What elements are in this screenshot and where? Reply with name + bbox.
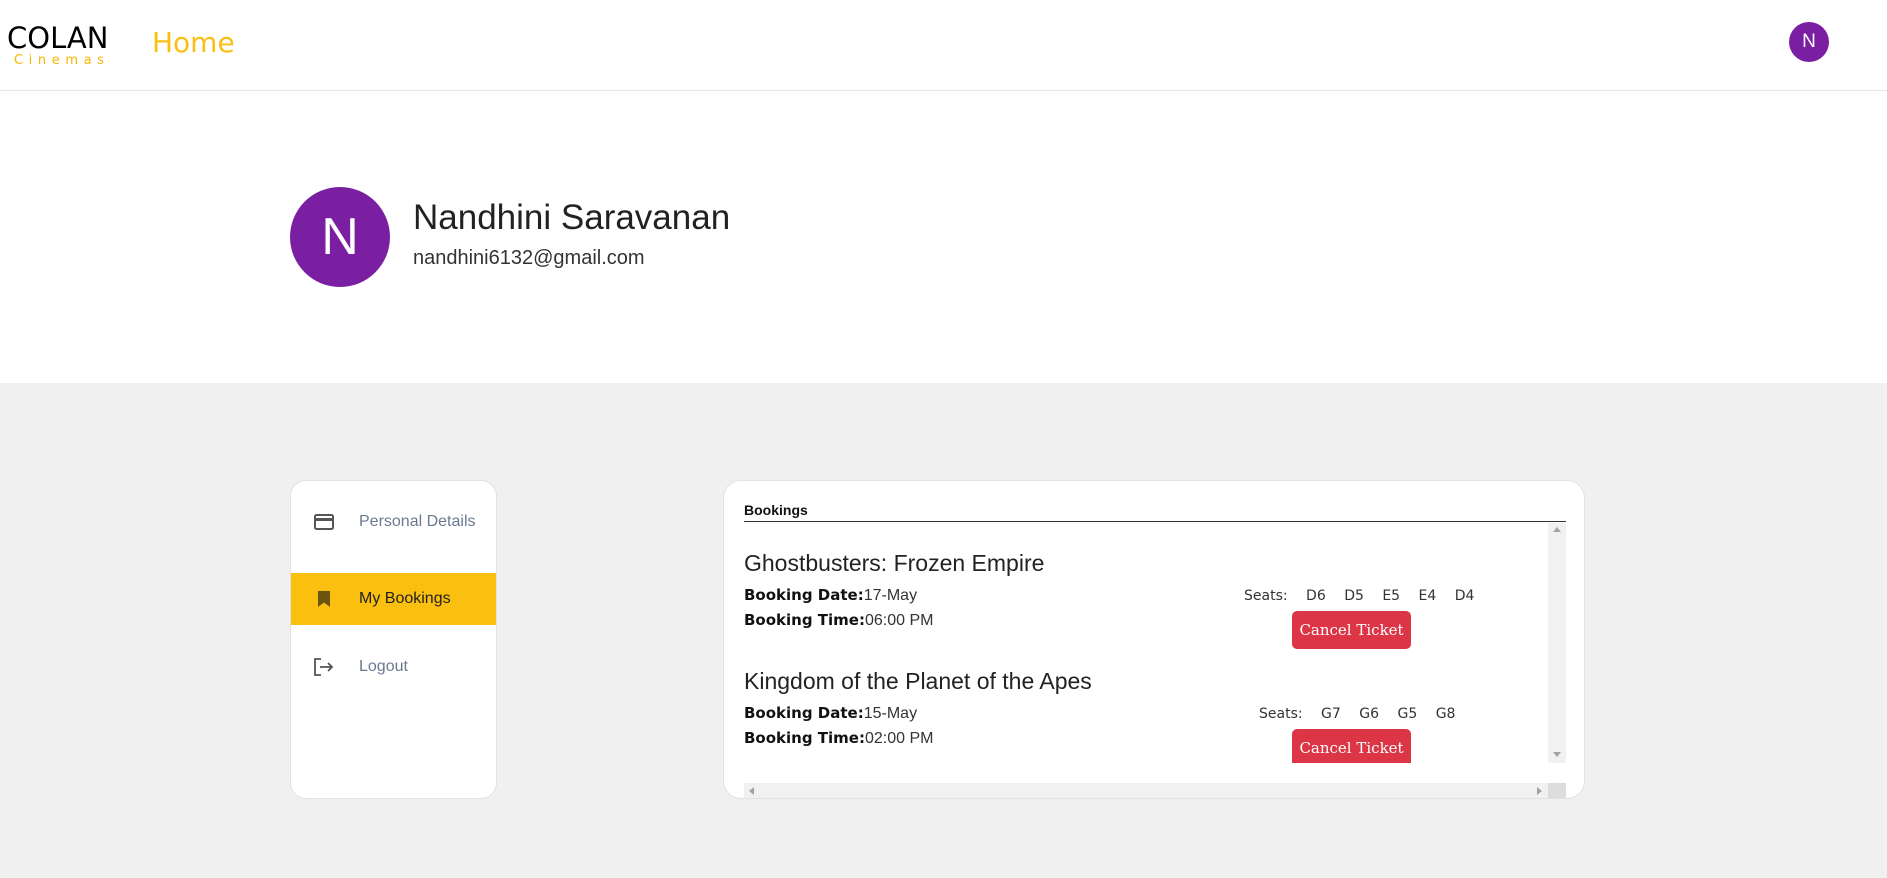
booking-time-value: 02:00 PM: [864, 730, 934, 747]
seats-label: Seats:: [1244, 588, 1288, 604]
scroll-left-arrow-icon[interactable]: [749, 787, 754, 795]
brand-name: COLAN: [7, 21, 109, 55]
booking-time-value: 06:00 PM: [864, 612, 934, 629]
seat-badge: D6: [1306, 588, 1326, 604]
booking-date-label: Booking Date:: [744, 586, 864, 604]
sidebar-item-label: My Bookings: [359, 590, 451, 607]
nav-user-avatar[interactable]: N: [1789, 22, 1829, 62]
bookmark-icon: [312, 587, 336, 611]
account-sidebar: Personal Details My Bookings Logout: [290, 480, 497, 799]
seat-badge: G7: [1321, 706, 1341, 722]
booking-date-label: Booking Date:: [744, 704, 864, 722]
bookings-list[interactable]: Ghostbusters: Frozen Empire Booking Date…: [744, 523, 1548, 763]
booking-date-row: Booking Date:17-May: [744, 585, 917, 606]
booking-movie-title: Ghostbusters: Frozen Empire: [744, 550, 1045, 576]
scroll-down-arrow-icon[interactable]: [1553, 752, 1561, 757]
seats-label: Seats:: [1259, 706, 1303, 722]
scroll-right-arrow-icon[interactable]: [1537, 787, 1542, 795]
profile-header: N Nandhini Saravanan nandhini6132@gmail.…: [0, 91, 1887, 383]
scrollbar-corner: [1548, 783, 1566, 798]
logout-icon: [312, 655, 336, 679]
seat-badge: E4: [1418, 588, 1437, 604]
sidebar-item-logout[interactable]: Logout: [291, 641, 496, 693]
seat-badge: G8: [1435, 706, 1456, 722]
sidebar-item-label: Logout: [359, 658, 408, 675]
horizontal-scrollbar[interactable]: [744, 783, 1548, 798]
profile-name: Nandhini Saravanan: [413, 198, 731, 237]
seat-badge: G6: [1359, 706, 1380, 722]
booking-time-row: Booking Time:02:00 PM: [744, 728, 933, 749]
profile-email: nandhini6132@gmail.com: [413, 247, 645, 269]
seat-badge: D5: [1344, 588, 1364, 604]
booking-time-label: Booking Time:: [744, 611, 865, 629]
scroll-up-arrow-icon[interactable]: [1553, 527, 1561, 532]
credit-card-icon: [312, 510, 336, 534]
bookings-divider: [744, 521, 1566, 522]
sidebar-item-my-bookings[interactable]: My Bookings: [291, 573, 496, 625]
seat-badge: E5: [1382, 588, 1401, 604]
top-navbar: COLAN Cinemas Home N: [0, 0, 1887, 91]
booking-time-label: Booking Time:: [744, 729, 865, 747]
booking-seats: Seats: G7 G6 G5 G8: [1259, 705, 1455, 723]
booking-date-value: 15-May: [863, 705, 918, 722]
profile-avatar: N: [290, 187, 390, 287]
nav-home-link[interactable]: Home: [152, 24, 235, 62]
seat-badge: D4: [1454, 588, 1475, 604]
sidebar-item-personal-details[interactable]: Personal Details: [291, 496, 496, 548]
booking-item: Kingdom of the Planet of the Apes Bookin…: [744, 667, 1548, 763]
booking-date-value: 17-May: [863, 587, 918, 604]
sidebar-item-label: Personal Details: [359, 513, 476, 530]
vertical-scrollbar[interactable]: [1548, 523, 1566, 763]
cancel-ticket-button[interactable]: Cancel Ticket: [1292, 729, 1411, 763]
brand-logo[interactable]: COLAN Cinemas: [7, 22, 122, 72]
booking-item: Ghostbusters: Frozen Empire Booking Date…: [744, 549, 1548, 659]
booking-date-row: Booking Date:15-May: [744, 703, 917, 724]
booking-time-row: Booking Time:06:00 PM: [744, 610, 933, 631]
booking-movie-title: Kingdom of the Planet of the Apes: [744, 668, 1092, 694]
bookings-title: Bookings: [744, 502, 808, 518]
bookings-card: Bookings Ghostbusters: Frozen Empire Boo…: [723, 480, 1585, 799]
booking-seats: Seats: D6 D5 E5 E4 D4: [1244, 587, 1474, 605]
cancel-ticket-button[interactable]: Cancel Ticket: [1292, 611, 1411, 649]
seat-badge: G5: [1397, 706, 1418, 722]
brand-tagline: Cinemas: [14, 53, 110, 68]
